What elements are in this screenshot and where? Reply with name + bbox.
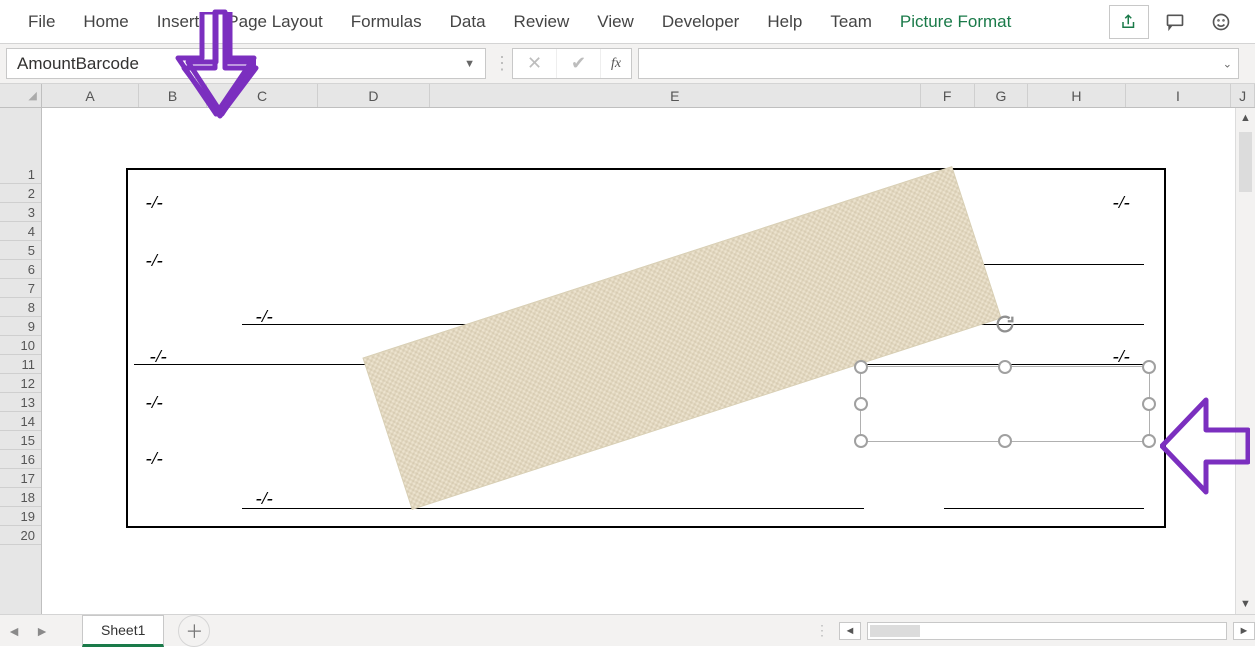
placeholder-text: -/-: [146, 192, 163, 213]
add-sheet-icon[interactable]: ＋: [178, 615, 210, 647]
row-8[interactable]: 8: [0, 298, 41, 317]
col-D[interactable]: D: [318, 84, 429, 107]
col-G[interactable]: G: [975, 84, 1029, 107]
selected-picture[interactable]: [860, 366, 1150, 442]
tab-help[interactable]: Help: [753, 4, 816, 40]
tab-home[interactable]: Home: [69, 4, 142, 40]
tab-view[interactable]: View: [583, 4, 648, 40]
tab-developer[interactable]: Developer: [648, 4, 754, 40]
row-20[interactable]: 20: [0, 526, 41, 545]
fx-separator: ⋮: [492, 44, 512, 83]
select-all-corner[interactable]: ◢: [0, 84, 42, 107]
resize-handle[interactable]: [854, 434, 868, 448]
tab-file[interactable]: File: [14, 4, 69, 40]
row-10[interactable]: 10: [0, 336, 41, 355]
resize-handle[interactable]: [854, 360, 868, 374]
formula-bar-row: AmountBarcode ▼ ⋮ ✕ ✔ fx ⌄: [0, 44, 1255, 84]
resize-handle[interactable]: [998, 360, 1012, 374]
placeholder-text: -/-: [146, 250, 163, 271]
col-C[interactable]: C: [207, 84, 318, 107]
resize-handle[interactable]: [1142, 397, 1156, 411]
feedback-smile-icon[interactable]: [1201, 5, 1241, 39]
scroll-track[interactable]: [1236, 128, 1255, 594]
hscroll-thumb[interactable]: [870, 625, 920, 637]
tab-review[interactable]: Review: [500, 4, 584, 40]
col-J[interactable]: J: [1231, 84, 1255, 107]
hscroll-right-icon[interactable]: ►: [1233, 622, 1255, 640]
row-16[interactable]: 16: [0, 450, 41, 469]
name-box-value: AmountBarcode: [17, 54, 139, 74]
scroll-down-icon[interactable]: ▼: [1236, 594, 1255, 614]
share-icon[interactable]: [1109, 5, 1149, 39]
tab-picture-format[interactable]: Picture Format: [886, 4, 1025, 40]
sheet-tab[interactable]: Sheet1: [82, 615, 164, 647]
grid-area: 1 2 3 4 5 6 7 8 9 10 11 12 13 14 15 16 1…: [0, 108, 1255, 614]
column-headers: ◢ A B C D E F G H I J: [0, 84, 1255, 108]
tab-team[interactable]: Team: [816, 4, 886, 40]
col-H[interactable]: H: [1028, 84, 1125, 107]
field-underline: [242, 508, 864, 509]
formula-input[interactable]: ⌄: [638, 48, 1239, 79]
sheet-nav-prev-icon[interactable]: ◄: [0, 623, 28, 639]
col-B[interactable]: B: [139, 84, 207, 107]
scroll-thumb[interactable]: [1239, 132, 1252, 192]
tab-page-layout[interactable]: Page Layout: [213, 4, 336, 40]
row-1[interactable]: 1: [0, 165, 41, 184]
col-A[interactable]: A: [42, 84, 139, 107]
col-I[interactable]: I: [1126, 84, 1231, 107]
row-5[interactable]: 5: [0, 241, 41, 260]
row-6[interactable]: 6: [0, 260, 41, 279]
row-7[interactable]: 7: [0, 279, 41, 298]
vertical-scrollbar[interactable]: ▲ ▼: [1235, 108, 1255, 614]
accept-edit-icon[interactable]: ✔: [557, 49, 601, 78]
hscroll-left-icon[interactable]: ◄: [839, 622, 861, 640]
placeholder-text: -/-: [256, 488, 273, 509]
tab-insert[interactable]: Insert: [143, 4, 214, 40]
resize-handle[interactable]: [1142, 434, 1156, 448]
row-9[interactable]: 9: [0, 317, 41, 336]
resize-handle[interactable]: [998, 434, 1012, 448]
scroll-up-icon[interactable]: ▲: [1236, 108, 1255, 128]
field-underline: [944, 508, 1144, 509]
cancel-edit-icon[interactable]: ✕: [513, 49, 557, 78]
sheet-nav-next-icon[interactable]: ►: [28, 623, 56, 639]
placeholder-text: -/-: [146, 448, 163, 469]
resize-handle[interactable]: [1142, 360, 1156, 374]
name-box-dropdown-icon[interactable]: ▼: [464, 58, 475, 70]
sheet-tab-bar: ◄ ► Sheet1 ＋ ⋮ ◄ ►: [0, 614, 1255, 646]
row-19[interactable]: 19: [0, 507, 41, 526]
row-13[interactable]: 13: [0, 393, 41, 412]
row-17[interactable]: 17: [0, 469, 41, 488]
row-18[interactable]: 18: [0, 488, 41, 507]
ribbon-tabs: File Home Insert Page Layout Formulas Da…: [0, 0, 1255, 44]
row-4[interactable]: 4: [0, 222, 41, 241]
row-15[interactable]: 15: [0, 431, 41, 450]
resize-handle[interactable]: [854, 397, 868, 411]
comments-icon[interactable]: [1155, 5, 1195, 39]
col-E[interactable]: E: [430, 84, 921, 107]
fx-controls: ✕ ✔ fx: [512, 48, 632, 79]
tab-formulas[interactable]: Formulas: [337, 4, 436, 40]
rotate-handle-icon[interactable]: [994, 313, 1016, 335]
row-headers: 1 2 3 4 5 6 7 8 9 10 11 12 13 14 15 16 1…: [0, 108, 42, 614]
worksheet-canvas[interactable]: -/- -/- -/- -/- -/- -/- -/- -/- -/- -/- …: [42, 108, 1255, 614]
fx-label[interactable]: fx: [601, 56, 631, 72]
row-14[interactable]: 14: [0, 412, 41, 431]
row-3[interactable]: 3: [0, 203, 41, 222]
row-2[interactable]: 2: [0, 184, 41, 203]
formula-expand-icon[interactable]: ⌄: [1223, 57, 1232, 70]
row-11[interactable]: 11: [0, 355, 41, 374]
placeholder-text: -/-: [146, 392, 163, 413]
col-F[interactable]: F: [921, 84, 975, 107]
name-box[interactable]: AmountBarcode ▼: [6, 48, 486, 79]
row-12[interactable]: 12: [0, 374, 41, 393]
tab-data[interactable]: Data: [436, 4, 500, 40]
horizontal-scrollbar[interactable]: [867, 622, 1227, 640]
placeholder-text: -/-: [1113, 192, 1130, 213]
